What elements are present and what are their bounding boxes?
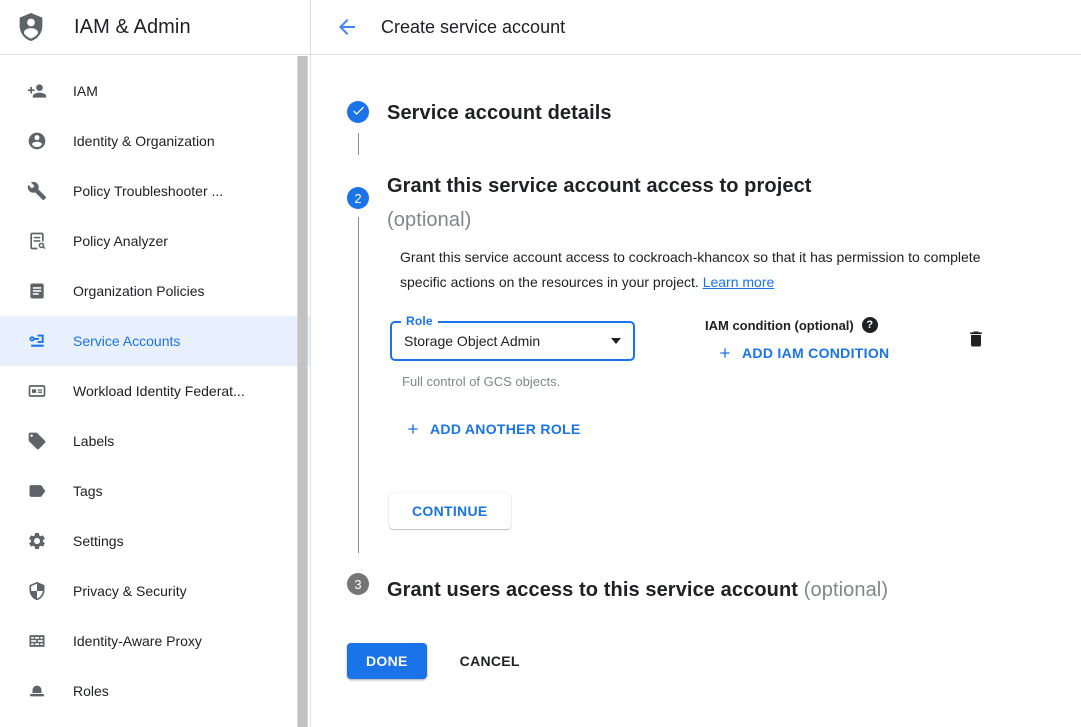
role-row: Role Storage Object Admin Full control o… (387, 321, 987, 389)
sidebar-item-label: Workload Identity Federat... (73, 383, 245, 399)
app-title: IAM & Admin (74, 16, 191, 39)
main-header: Create service account (311, 0, 1081, 55)
trash-icon (966, 337, 986, 352)
role-selected-value: Storage Object Admin (404, 333, 540, 349)
footer-actions: DONE CANCEL (347, 643, 1081, 679)
step-2-rail: 2 (347, 169, 369, 553)
org-policies-icon (27, 281, 47, 301)
step-1-rail (347, 101, 369, 155)
sidebar-item-service-accounts[interactable]: Service Accounts (0, 316, 310, 366)
plus-icon (405, 421, 421, 437)
proxy-grid-icon (27, 631, 47, 651)
person-add-icon (27, 81, 47, 101)
continue-button[interactable]: CONTINUE (389, 493, 511, 529)
step-1-title: Service account details (387, 96, 612, 130)
add-another-role-button[interactable]: ADD ANOTHER ROLE (405, 421, 581, 437)
sidebar-item-policy-analyzer[interactable]: Policy Analyzer (0, 216, 310, 266)
sidebar-item-label: Organization Policies (73, 283, 205, 299)
sidebar-item-label: Labels (73, 433, 114, 449)
sidebar-item-workload-identity-federation[interactable]: Workload Identity Federat... (0, 366, 310, 416)
step-3-number-bullet: 3 (347, 573, 369, 595)
sidebar-item-iam[interactable]: IAM (0, 66, 310, 116)
done-button[interactable]: DONE (347, 643, 427, 679)
step-connector-line (358, 217, 359, 553)
sidebar-item-roles[interactable]: Roles (0, 666, 310, 716)
learn-more-link[interactable]: Learn more (703, 274, 775, 290)
check-icon (351, 103, 366, 121)
step-2-description: Grant this service account access to coc… (387, 245, 992, 295)
main-panel: Create service account Service account d… (311, 0, 1081, 727)
question-mark-icon[interactable]: ? (862, 317, 878, 333)
page-title: Create service account (381, 17, 565, 38)
step-3-grant-users-access: 3 Grant users access to this service acc… (347, 573, 1081, 607)
sidebar-item-labels[interactable]: Labels (0, 416, 310, 466)
step-2-optional-label: (optional) (387, 209, 471, 231)
sidebar-item-label: Policy Analyzer (73, 233, 168, 249)
role-field-label: Role (401, 314, 438, 328)
step-3-rail: 3 (347, 573, 369, 607)
role-field-group: Role Storage Object Admin Full control o… (390, 321, 635, 389)
iam-shield-logo-icon (14, 10, 48, 44)
step-3-title: Grant users access to this service accou… (387, 573, 888, 607)
sidebar-item-label: Identity & Organization (73, 133, 215, 149)
role-helper-text: Full control of GCS objects. (390, 374, 635, 389)
iam-condition-label: IAM condition (optional) (705, 318, 854, 333)
step-2-title: Grant this service account access to pro… (387, 169, 992, 237)
gear-icon (27, 531, 47, 551)
delete-role-button[interactable] (965, 329, 987, 351)
plus-icon (717, 345, 733, 361)
sidebar-item-tags[interactable]: Tags (0, 466, 310, 516)
sidebar-item-privacy-security[interactable]: Privacy & Security (0, 566, 310, 616)
sidebar-item-label: Settings (73, 533, 124, 549)
step-connector-line (358, 133, 359, 155)
sidebar-item-label: Roles (73, 683, 109, 699)
sidebar-item-label: IAM (73, 83, 98, 99)
step-3-optional-label: (optional) (804, 579, 888, 601)
sidebar-item-label: Identity-Aware Proxy (73, 633, 202, 649)
dropdown-caret-icon (611, 338, 621, 344)
person-circle-icon (27, 131, 47, 151)
wrench-icon (27, 181, 47, 201)
sidebar-item-label: Service Accounts (73, 333, 180, 349)
sidebar-item-label: Privacy & Security (73, 583, 187, 599)
step-1-service-account-details: Service account details (347, 101, 1081, 155)
sidebar-item-organization-policies[interactable]: Organization Policies (0, 266, 310, 316)
role-select[interactable]: Role Storage Object Admin (390, 321, 635, 361)
step-1-completed-bullet (347, 101, 369, 123)
cancel-button[interactable]: CANCEL (460, 653, 520, 669)
sidebar-scrollbar-thumb[interactable] (297, 56, 308, 727)
back-button[interactable] (335, 15, 359, 39)
sidebar-item-label: Tags (73, 483, 103, 499)
sidebar-item-label: Policy Troubleshooter ... (73, 183, 223, 199)
arrow-back-icon (335, 15, 359, 39)
sidebar-item-identity-organization[interactable]: Identity & Organization (0, 116, 310, 166)
sidebar-nav: IAM Identity & Organization Policy Troub… (0, 55, 310, 716)
sidebar-item-settings[interactable]: Settings (0, 516, 310, 566)
service-accounts-icon (27, 331, 47, 351)
tag-icon (27, 481, 47, 501)
sidebar-item-identity-aware-proxy[interactable]: Identity-Aware Proxy (0, 616, 310, 666)
page: IAM & Admin IAM Identity & Organization … (0, 0, 1081, 727)
wizard-content: Service account details 2 Grant this ser… (311, 55, 1081, 679)
sidebar: IAM & Admin IAM Identity & Organization … (0, 0, 311, 727)
iam-condition-group: IAM condition (optional) ? ADD IAM CONDI… (705, 317, 889, 361)
add-iam-condition-button[interactable]: ADD IAM CONDITION (717, 345, 889, 361)
hat-icon (27, 681, 47, 701)
sidebar-scrollbar[interactable] (297, 56, 308, 727)
step-2-grant-access: 2 Grant this service account access to p… (347, 169, 1081, 553)
sidebar-item-policy-troubleshooter[interactable]: Policy Troubleshooter ... (0, 166, 310, 216)
shield-half-icon (27, 581, 47, 601)
label-icon (27, 431, 47, 451)
workload-identity-icon (27, 381, 47, 401)
sidebar-header: IAM & Admin (0, 0, 310, 55)
step-2-number-bullet: 2 (347, 187, 369, 209)
policy-analyzer-icon (27, 231, 47, 251)
